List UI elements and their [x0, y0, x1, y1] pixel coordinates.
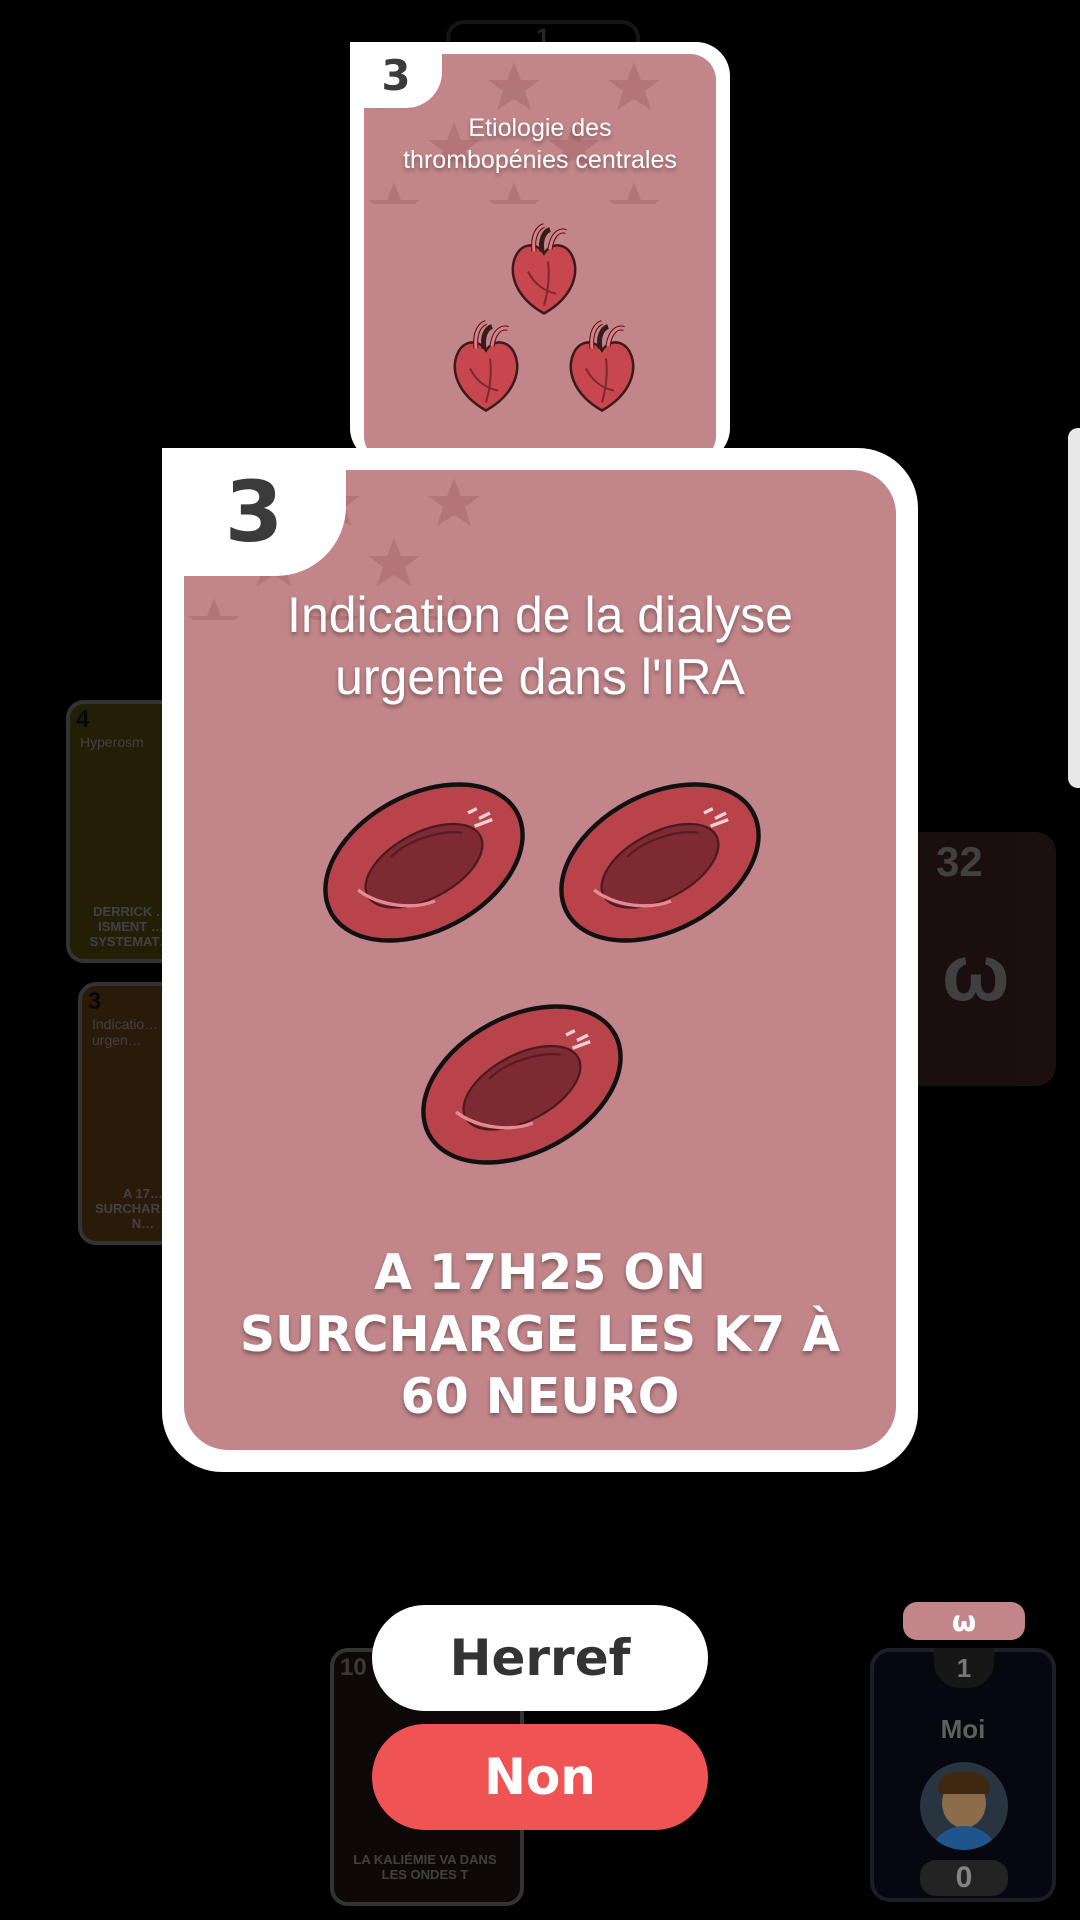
- player-panel[interactable]: 1 Moi 0: [870, 1648, 1056, 1902]
- main-card-footer-line2: SURCHARGE LES K7 À: [239, 1306, 841, 1363]
- main-card-footer-line1: A 17H25 ON: [373, 1244, 707, 1301]
- top-card-title-line2: thrombopénies centrales: [403, 146, 677, 174]
- left-card-2-number: 3: [88, 988, 102, 1015]
- right-card-number: 32: [936, 838, 983, 885]
- main-card-title-line2: urgente dans l'IRA: [335, 649, 745, 705]
- bottom-card-number: 10: [340, 1654, 367, 1681]
- top-card-number: 3: [350, 42, 442, 108]
- top-card[interactable]: Etiologie des thrombopénies centrales 3: [350, 42, 730, 462]
- bottom-card-footer: LA KALIÉMIE VA DANS LES ONDES T: [353, 1852, 497, 1882]
- player-score: 0: [920, 1860, 1008, 1896]
- player-tag: ω: [903, 1602, 1025, 1640]
- heart-icon: [504, 219, 584, 324]
- avatar: [920, 1762, 1008, 1850]
- side-scroll-handle[interactable]: [1068, 428, 1080, 788]
- non-button[interactable]: Non: [372, 1724, 708, 1830]
- red-blood-cell-icon: [314, 780, 534, 945]
- main-card[interactable]: Indication de la dialyse urgente dans l'…: [162, 448, 918, 1472]
- main-card-title-line1: Indication de la dialyse: [287, 587, 793, 643]
- main-card-number: 3: [162, 448, 346, 576]
- logo-icon: ω: [951, 1604, 977, 1638]
- top-card-title-line1: Etiologie des: [468, 114, 612, 142]
- herref-button[interactable]: Herref: [372, 1605, 708, 1711]
- right-card[interactable]: 32 ω: [900, 832, 1056, 1086]
- left-card-1-title: Hyperosm: [80, 734, 144, 750]
- heart-icon: [446, 316, 526, 421]
- main-card-footer-line3: 60 NEURO: [400, 1368, 680, 1425]
- heart-icon: [562, 316, 642, 421]
- player-rank: 1: [934, 1648, 994, 1688]
- left-card-1-number: 4: [76, 706, 90, 733]
- red-blood-cell-icon: [550, 780, 770, 945]
- logo-icon: ω: [942, 928, 1010, 1017]
- player-name: Moi: [940, 1714, 986, 1744]
- red-blood-cell-icon: [412, 1002, 632, 1167]
